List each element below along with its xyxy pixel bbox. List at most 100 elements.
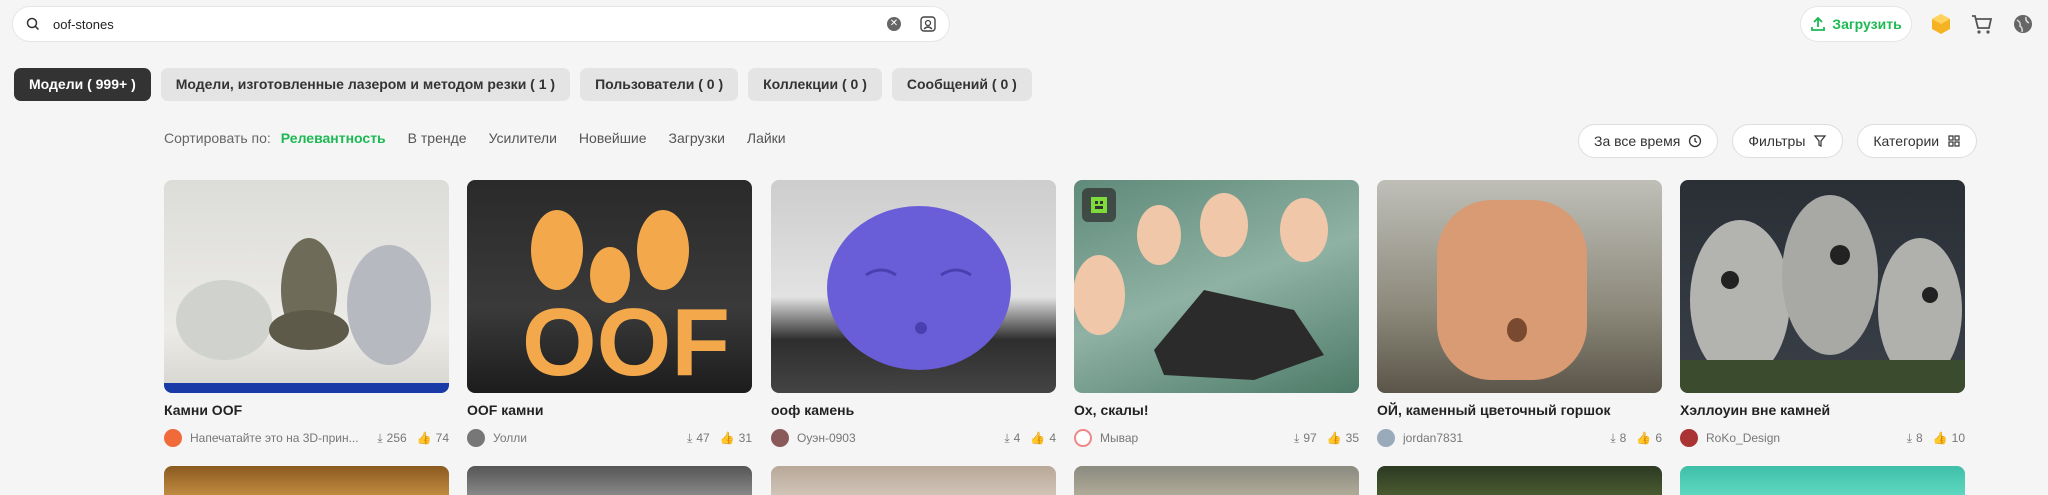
- like-count: 35: [1345, 431, 1359, 445]
- download-count: 8: [1916, 431, 1923, 445]
- model-title[interactable]: ОЙ, каменный цветочный горшок: [1377, 402, 1611, 418]
- filters-label: Фильтры: [1748, 133, 1806, 149]
- download-icon: ⤓: [687, 430, 693, 445]
- search-bar[interactable]: oof-stones ✕: [12, 6, 950, 42]
- like-icon: 👍: [719, 431, 735, 445]
- search-input[interactable]: oof-stones: [53, 17, 887, 32]
- download-count: 4: [1013, 431, 1021, 445]
- model-thumbnail[interactable]: [1074, 466, 1359, 495]
- model-meta: Оуэн-0903 ⤓ 4 👍 4: [771, 428, 1056, 448]
- like-count: 74: [435, 431, 449, 445]
- sort-label: Сортировать по:: [164, 130, 271, 146]
- model-title[interactable]: ооф камень: [771, 402, 854, 418]
- filters-button[interactable]: Фильтры: [1732, 124, 1844, 158]
- top-bar: oof-stones ✕ Загрузить: [0, 0, 2048, 48]
- model-thumbnail[interactable]: [1680, 180, 1965, 393]
- clear-search-icon[interactable]: ✕: [887, 17, 901, 31]
- funnel-icon: [1814, 135, 1827, 147]
- like-icon: 👍: [1326, 431, 1342, 445]
- model-thumbnail[interactable]: OOF: [467, 180, 752, 393]
- sort-likes[interactable]: Лайки: [747, 130, 786, 146]
- search-icon: [26, 17, 40, 31]
- model-stats: ⤓ 97 👍 35: [1294, 431, 1359, 446]
- author-name[interactable]: jordan7831: [1403, 431, 1573, 445]
- like-icon: 👍: [1636, 431, 1652, 445]
- sort-newest[interactable]: Новейшие: [579, 130, 647, 146]
- boost-cube-icon[interactable]: [1929, 12, 1953, 36]
- image-search-icon[interactable]: [919, 15, 937, 33]
- model-stats: ⤓ 4 👍 4: [1004, 431, 1056, 446]
- model-title[interactable]: Хэллоуин вне камней: [1680, 402, 1830, 418]
- download-icon: ⤓: [1294, 430, 1300, 445]
- like-count: 6: [1655, 431, 1662, 445]
- clock-icon: [1689, 134, 1702, 148]
- download-count: 97: [1303, 431, 1317, 445]
- model-thumbnail[interactable]: [1680, 466, 1965, 495]
- model-meta: RoKo_Design ⤓ 8 👍 10: [1680, 428, 1965, 448]
- author-name[interactable]: Мывар: [1100, 431, 1270, 445]
- avatar[interactable]: [1377, 429, 1395, 447]
- tab-models[interactable]: Модели ( 999+ ): [14, 68, 151, 101]
- model-thumbnail[interactable]: [1377, 466, 1662, 495]
- author-name[interactable]: Оуэн-0903: [797, 431, 967, 445]
- sort-trending[interactable]: В тренде: [408, 130, 467, 146]
- printable-badge-icon: [1082, 188, 1116, 222]
- cart-icon[interactable]: [1970, 12, 1994, 36]
- svg-text:OOF: OOF: [522, 289, 730, 393]
- filter-buttons: За все время Фильтры Категории: [1578, 124, 1978, 158]
- avatar[interactable]: [467, 429, 485, 447]
- author-name[interactable]: RoKo_Design: [1706, 431, 1876, 445]
- tab-laser-models[interactable]: Модели, изготовленные лазером и методом …: [160, 68, 571, 101]
- tab-users[interactable]: Пользователи ( 0 ): [580, 68, 739, 101]
- time-filter-button[interactable]: За все время: [1578, 124, 1719, 158]
- download-icon: ⤓: [1004, 430, 1010, 445]
- sort-downloads[interactable]: Загрузки: [669, 130, 725, 146]
- model-meta: Напечатайте это на 3D-прин... ⤓ 256 👍 74: [164, 428, 449, 448]
- avatar[interactable]: [1680, 429, 1698, 447]
- download-icon: ⤓: [377, 430, 383, 445]
- like-icon: 👍: [1932, 431, 1948, 445]
- download-count: 47: [696, 431, 710, 445]
- sort-bar: Сортировать по: Релевантность В тренде У…: [164, 130, 786, 146]
- model-stats: ⤓ 47 👍 31: [687, 431, 752, 446]
- categories-label: Категории: [1873, 133, 1940, 149]
- like-icon: 👍: [416, 431, 432, 445]
- model-title[interactable]: Камни OOF: [164, 402, 242, 418]
- result-tabs: Модели ( 999+ ) Модели, изготовленные ла…: [14, 68, 1032, 101]
- download-count: 8: [1619, 431, 1627, 445]
- like-count: 31: [738, 431, 752, 445]
- globe-icon[interactable]: [2011, 12, 2035, 36]
- avatar[interactable]: [1074, 429, 1092, 447]
- model-thumbnail[interactable]: [1377, 180, 1662, 393]
- sort-boosts[interactable]: Усилители: [489, 130, 557, 146]
- download-icon: ⤓: [1906, 430, 1912, 445]
- model-thumbnail[interactable]: [771, 180, 1056, 393]
- model-title[interactable]: Ох, скалы!: [1074, 402, 1149, 418]
- tab-posts[interactable]: Сообщений ( 0 ): [891, 68, 1032, 101]
- model-meta: Уолли ⤓ 47 👍 31: [467, 428, 752, 448]
- model-stats: ⤓ 8 👍 10: [1907, 431, 1965, 446]
- upload-label: Загрузить: [1832, 16, 1902, 32]
- model-thumbnail[interactable]: [771, 466, 1056, 495]
- avatar[interactable]: [771, 429, 789, 447]
- like-count: 10: [1951, 431, 1965, 445]
- like-icon: 👍: [1030, 431, 1046, 445]
- upload-button[interactable]: Загрузить: [1800, 6, 1912, 42]
- model-stats: ⤓ 256 👍 74: [377, 431, 449, 446]
- model-meta: jordan7831 ⤓ 8 👍 6: [1377, 428, 1662, 448]
- model-thumbnail[interactable]: [164, 180, 449, 393]
- avatar[interactable]: [164, 429, 182, 447]
- download-count: 256: [386, 431, 407, 445]
- model-title[interactable]: OOF камни: [467, 402, 543, 418]
- model-thumbnail[interactable]: [1074, 180, 1359, 393]
- model-stats: ⤓ 8 👍 6: [1610, 431, 1662, 446]
- author-name[interactable]: Напечатайте это на 3D-прин...: [190, 431, 360, 445]
- upload-icon: [1811, 16, 1826, 31]
- model-thumbnail[interactable]: [467, 466, 752, 495]
- tab-collections[interactable]: Коллекции ( 0 ): [748, 68, 882, 101]
- sort-relevance[interactable]: Релевантность: [281, 130, 386, 146]
- categories-button[interactable]: Категории: [1857, 124, 1978, 158]
- model-thumbnail[interactable]: [164, 466, 449, 495]
- download-icon: ⤓: [1610, 430, 1616, 445]
- author-name[interactable]: Уолли: [493, 431, 663, 445]
